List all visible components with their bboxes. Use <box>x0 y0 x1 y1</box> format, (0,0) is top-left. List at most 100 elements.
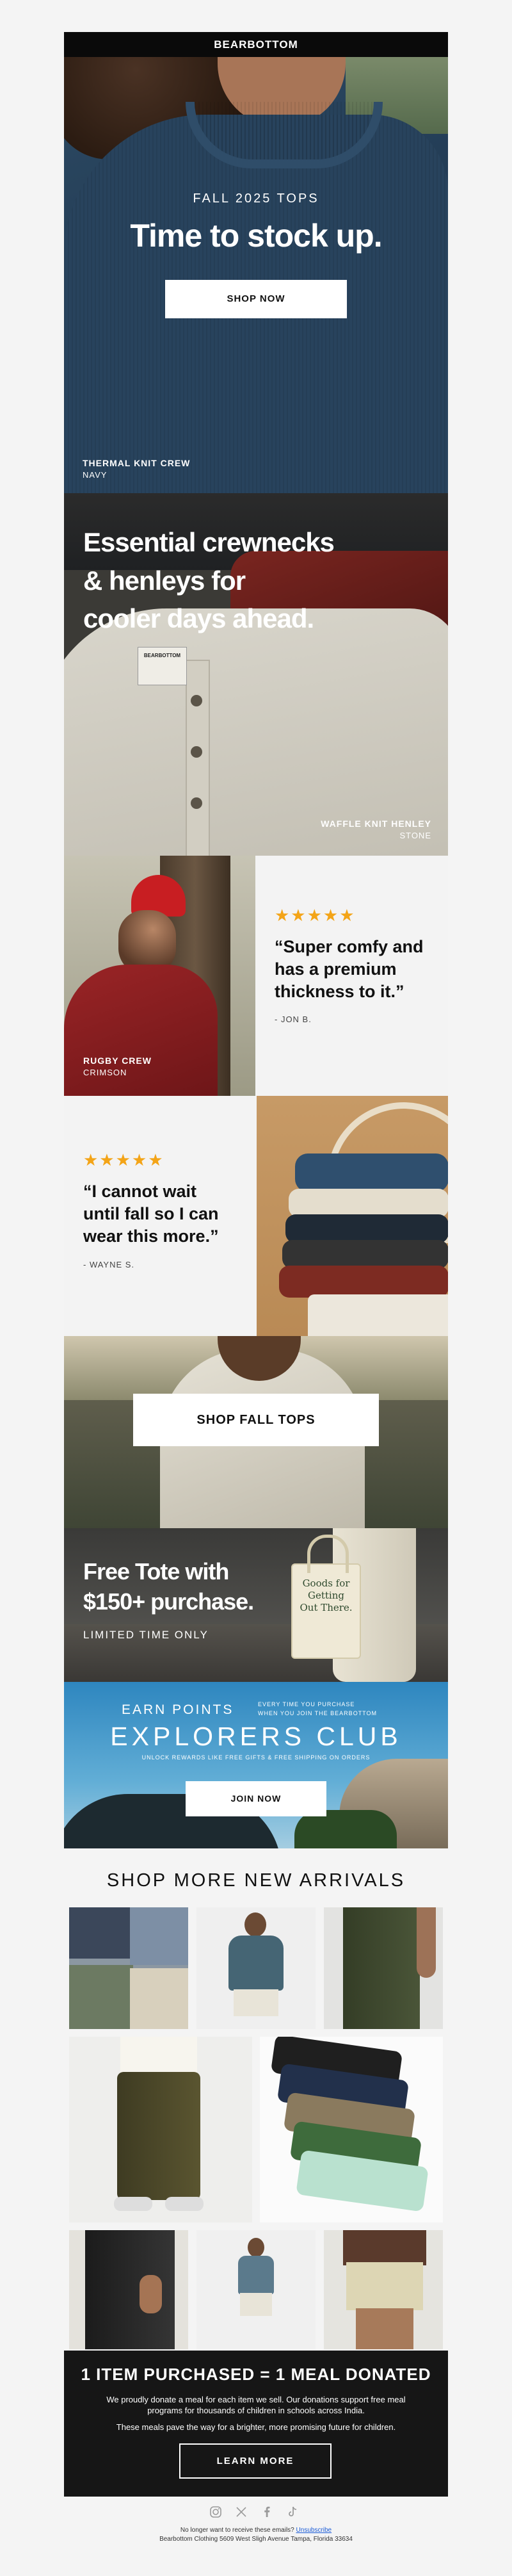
hero-section: FALL 2025 TOPS Time to stock up. SHOP NO… <box>64 57 448 493</box>
tag-logo: BEARBOTTOM <box>143 653 181 658</box>
instagram-icon[interactable] <box>209 2506 222 2518</box>
tote-headline-line1: Free Tote with <box>83 1558 229 1585</box>
tote-handle <box>307 1535 349 1573</box>
join-now-button[interactable]: JOIN NOW <box>186 1781 326 1816</box>
arrival-shorts-stack[interactable] <box>69 1907 188 2029</box>
henley-headline-line3: cooler days ahead. <box>83 603 314 633</box>
shop-fall-tops-button[interactable]: SHOP FALL TOPS <box>133 1394 379 1446</box>
rugby-crew-image[interactable]: RUGBY CREW CRIMSON <box>64 856 255 1096</box>
tee-model-head <box>244 1912 266 1937</box>
henley-product-color: STONE <box>399 831 431 840</box>
henley-product-name: WAFFLE KNIT HENLEY <box>321 819 431 829</box>
henley-headline-line1: Essential crewnecks <box>83 527 335 557</box>
review-quote-2: “I cannot wait until fall so I can wear … <box>83 1182 219 1246</box>
henley-neck-tag: BEARBOTTOM <box>138 647 187 685</box>
review-card-2: ★★★★★ “I cannot wait until fall so I can… <box>64 1096 257 1336</box>
review-row-1: RUGBY CREW CRIMSON ★★★★★ “Super comfy an… <box>64 856 448 1096</box>
henley-button-1 <box>191 695 202 706</box>
shop-now-button[interactable]: SHOP NOW <box>165 280 347 318</box>
tote-headline-line2: $150+ purchase. <box>83 1588 254 1615</box>
review-author-1: - JON B. <box>275 1015 312 1024</box>
review-card-1: ★★★★★ “Super comfy and has a premium thi… <box>255 856 448 1096</box>
rating-stars-2: ★★★★★ <box>83 1150 164 1170</box>
brand-logo[interactable]: BEARBOTTOM <box>64 38 448 51</box>
henley-headline-line2: & henleys for <box>83 566 246 596</box>
shorts-model-shorts <box>240 2293 272 2316</box>
cream-shorts-legs <box>356 2308 413 2349</box>
unsubscribe-link[interactable]: Unsubscribe <box>296 2527 332 2534</box>
club-note-line1: EVERY TIME YOU PURCHASE <box>258 1701 355 1708</box>
jogger-pants <box>117 2072 200 2200</box>
arrivals-grid <box>64 1907 448 2349</box>
shorts-navy <box>69 1907 133 1959</box>
olive-pants-shape <box>343 1907 420 2029</box>
henley-placket <box>186 660 210 856</box>
hero-product-color: NAVY <box>83 470 108 480</box>
tote-bag[interactable]: Goods for Getting Out There. <box>291 1563 361 1659</box>
shorts-model-shirt <box>238 2256 274 2294</box>
stack-shirt-cream <box>289 1189 448 1218</box>
unsubscribe-prefix: No longer want to receive these emails? <box>180 2527 296 2534</box>
arrivals-heading: SHOP MORE NEW ARRIVALS <box>106 1870 406 1891</box>
donation-body-1: We proudly donate a meal for each item w… <box>106 2395 406 2415</box>
cream-shorts-shape <box>346 2262 423 2310</box>
stacked-shirts-image[interactable] <box>257 1096 448 1336</box>
rating-stars-1: ★★★★★ <box>275 906 356 925</box>
shop-fall-section: SHOP FALL TOPS <box>64 1336 448 1528</box>
stack-shirt-navy <box>285 1214 448 1243</box>
shorts-olive <box>69 1965 133 2029</box>
henley-section: BEARBOTTOM Essential crewnecks & henleys… <box>64 493 448 856</box>
logo-bar: BEARBOTTOM <box>64 32 448 57</box>
hero-eyebrow: FALL 2025 TOPS <box>193 192 319 206</box>
tiktok-icon[interactable] <box>286 2506 299 2518</box>
shorts-slate <box>130 1907 188 1965</box>
stack-shirt-rust <box>279 1266 448 1298</box>
explorers-club-section: EARN POINTS EVERY TIME YOU PURCHASE WHEN… <box>64 1682 448 1848</box>
tote-section: Goods for Getting Out There. Free Tote w… <box>64 1528 448 1682</box>
arrival-olive-pants[interactable] <box>324 1907 443 2029</box>
facebook-icon[interactable] <box>260 2506 273 2518</box>
arrival-jogger-model[interactable] <box>69 2037 252 2222</box>
club-perks: UNLOCK REWARDS LIKE FREE GIFTS & FREE SH… <box>141 1754 371 1761</box>
arrival-tee-model[interactable] <box>196 1907 316 2029</box>
arrival-black-pants[interactable] <box>69 2230 188 2349</box>
learn-more-button[interactable]: LEARN MORE <box>179 2443 332 2479</box>
donation-section: 1 ITEM PURCHASED = 1 MEAL DONATED We pro… <box>64 2351 448 2497</box>
shorts-sand <box>130 1968 188 2029</box>
x-icon[interactable] <box>235 2506 248 2518</box>
black-pants-hand <box>140 2275 162 2313</box>
donation-body-2: These meals pave the way for a brighter,… <box>116 2422 396 2432</box>
club-title: EXPLORERS CLUB <box>110 1722 402 1751</box>
review-author-2: - WAYNE S. <box>83 1260 135 1269</box>
club-note-line2: WHEN YOU JOIN THE BEARBOTTOM <box>258 1710 378 1716</box>
tote-subline: LIMITED TIME ONLY <box>83 1629 209 1641</box>
arrival-cream-shorts[interactable] <box>324 2230 443 2349</box>
hero-product-name: THERMAL KNIT CREW <box>83 458 191 468</box>
rugby-product-name: RUGBY CREW <box>83 1056 152 1066</box>
social-icons <box>208 2506 304 2520</box>
footer-address: Bearbottom Clothing 5609 West Sligh Aven… <box>159 2536 353 2543</box>
jogger-shirt <box>120 2037 197 2075</box>
jogger-shoe-left <box>114 2197 152 2211</box>
stack-shirt-charcoal <box>282 1240 448 1269</box>
tee-model-shorts <box>234 1989 278 2016</box>
review-row-2: ★★★★★ “I cannot wait until fall so I can… <box>64 1096 448 1336</box>
footer: No longer want to receive these emails? … <box>64 2497 448 2573</box>
arrival-shorts-model[interactable] <box>196 2230 316 2349</box>
earn-points-label: EARN POINTS <box>122 1702 234 1717</box>
cream-shorts-shirt <box>343 2230 426 2265</box>
unsubscribe-line: No longer want to receive these emails? … <box>64 2527 448 2534</box>
hero-headline: Time to stock up. <box>130 218 382 254</box>
arrival-tee-stack[interactable] <box>260 2037 443 2222</box>
shorts-model-head <box>248 2238 264 2257</box>
chair-seat <box>308 1294 448 1336</box>
olive-pants-arm <box>417 1907 436 1978</box>
donation-headline: 1 ITEM PURCHASED = 1 MEAL DONATED <box>81 2365 431 2384</box>
henley-button-2 <box>191 746 202 758</box>
stack-shirt-blue <box>295 1153 448 1192</box>
rugby-product-color: CRIMSON <box>83 1068 127 1077</box>
tee-model-shirt <box>228 1936 284 1991</box>
review-quote-1: “Super comfy and has a premium thickness… <box>275 937 424 1001</box>
henley-button-3 <box>191 797 202 809</box>
jogger-shoe-right <box>165 2197 204 2211</box>
